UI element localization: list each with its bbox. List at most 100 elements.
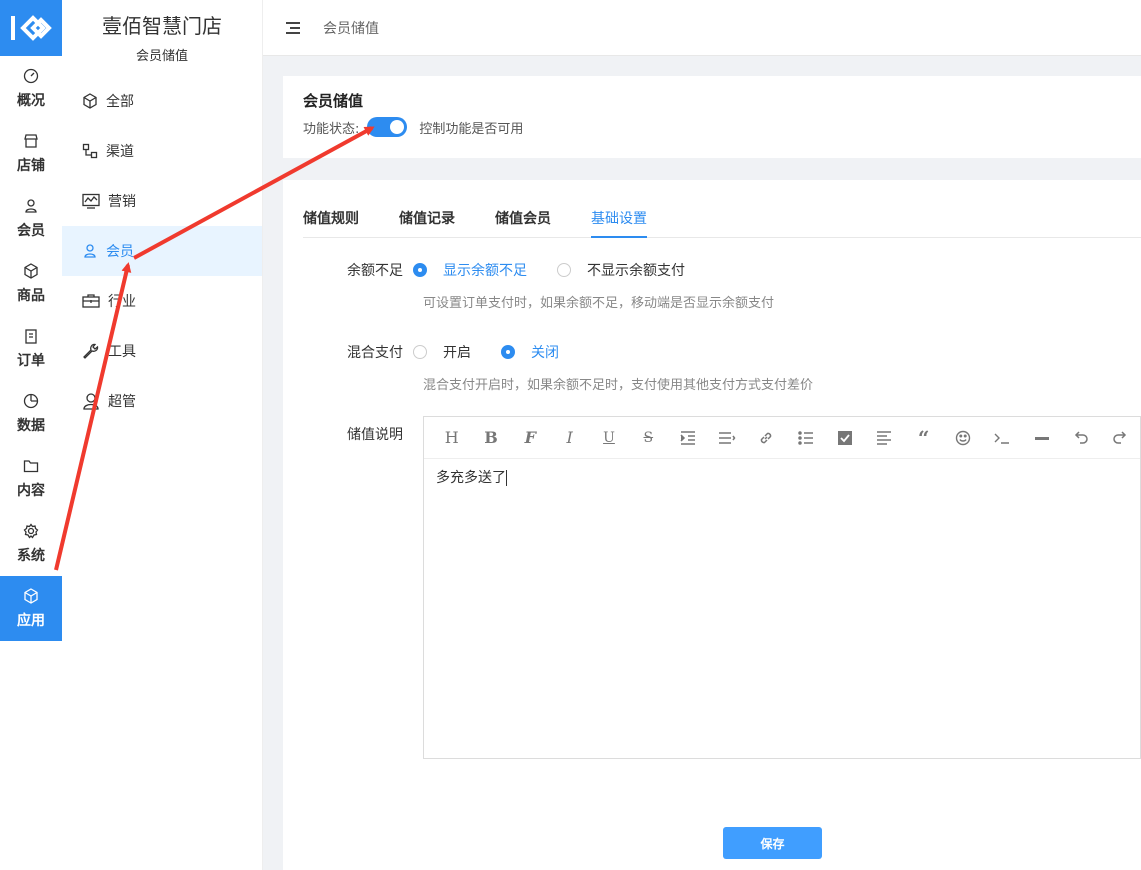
radio-mixed-off[interactable]: 关闭 [501, 342, 559, 362]
quote-icon[interactable]: “ [904, 417, 943, 459]
folder-icon [23, 459, 39, 472]
logo-icon[interactable] [0, 0, 62, 56]
code-icon[interactable] [983, 417, 1022, 459]
italic-icon[interactable]: I [550, 417, 589, 459]
justify-icon[interactable] [865, 417, 904, 459]
indent-icon[interactable] [668, 417, 707, 459]
sidebar-item-tools[interactable]: 工具 [62, 326, 262, 376]
heading-icon[interactable]: H [432, 417, 471, 459]
nav-item-label: 应用 [17, 612, 45, 629]
divider-icon[interactable] [1022, 417, 1061, 459]
strikethrough-icon[interactable]: S [629, 417, 668, 459]
text-caret [506, 470, 507, 486]
undo-icon[interactable] [1061, 417, 1100, 459]
tab-records[interactable]: 储值记录 [399, 208, 455, 238]
bold-icon[interactable]: B [471, 417, 510, 459]
nav-item-label: 会员 [17, 222, 45, 239]
editor-text: 多充多送了 [436, 470, 506, 486]
wrench-icon [83, 343, 99, 359]
tab-rules[interactable]: 储值规则 [303, 208, 359, 238]
radio-label: 不显示余额支付 [587, 263, 685, 279]
briefcase-icon [82, 294, 100, 308]
redo-icon[interactable] [1101, 417, 1140, 459]
radio-dot [557, 263, 571, 277]
radio-show-insufficient[interactable]: 显示余额不足 [413, 260, 527, 280]
admin-icon [83, 393, 99, 410]
rich-text-editor[interactable]: H B F I U S “ 多充多送了 [423, 416, 1141, 759]
save-button[interactable]: 保存 [723, 827, 822, 859]
tab-members[interactable]: 储值会员 [495, 208, 551, 238]
mixed-pay-label: 混合支付 [347, 345, 403, 361]
nav-item-goods[interactable]: 商品 [0, 251, 62, 316]
radio-hide-balance-pay[interactable]: 不显示余额支付 [557, 260, 685, 280]
sidebar-item-label: 全部 [106, 94, 134, 110]
nav-item-system[interactable]: 系统 [0, 511, 62, 576]
nav-item-label: 系统 [17, 547, 45, 564]
radio-dot [501, 345, 515, 359]
store-icon [24, 133, 38, 148]
cube-icon [24, 587, 38, 604]
balance-label: 余额不足 [347, 263, 403, 279]
channel-icon [82, 143, 98, 159]
mixed-pay-hint: 混合支付开启时，如果余额不足时，支付使用其他支付方式支付差价 [423, 378, 814, 393]
mixed-pay-row: 混合支付 开启 关闭 [303, 342, 589, 362]
radio-dot [413, 345, 427, 359]
nav-item-label: 内容 [17, 482, 45, 499]
sidebar-item-admin[interactable]: 超管 [62, 376, 262, 426]
tab-basic-settings[interactable]: 基础设置 [591, 208, 647, 238]
nav-item-overview[interactable]: 概况 [0, 56, 62, 121]
main-nav-rail: 概况 店铺 会员 商品 订单 数据 内容 系统 应用 [0, 0, 62, 870]
emoji-icon[interactable] [943, 417, 982, 459]
cube-icon [83, 93, 97, 109]
menu-toggle-icon[interactable] [285, 21, 301, 35]
status-label: 功能状态: [303, 121, 360, 137]
link-icon[interactable] [747, 417, 786, 459]
sidebar-item-member[interactable]: 会员 [62, 226, 262, 276]
sidebar-item-label: 行业 [108, 294, 136, 310]
status-hint: 控制功能是否可用 [419, 121, 524, 137]
radio-mixed-on[interactable]: 开启 [413, 342, 471, 362]
sidebar-menu: 全部 渠道 营销 会员 行业 工具 超管 [62, 76, 262, 426]
radio-label: 关闭 [531, 345, 559, 361]
radio-label: 显示余额不足 [443, 263, 527, 279]
sidebar-item-marketing[interactable]: 营销 [62, 176, 262, 226]
checkbox-icon[interactable] [825, 417, 864, 459]
user-icon [25, 198, 37, 213]
sidebar-item-label: 工具 [108, 344, 136, 360]
balance-row: 余额不足 显示余额不足 不显示余额支付 [303, 260, 715, 280]
nav-item-content[interactable]: 内容 [0, 446, 62, 511]
nav-item-label: 概况 [17, 92, 45, 109]
radio-dot [413, 263, 427, 277]
page-title: 会员储值 [303, 92, 364, 110]
underline-icon[interactable]: U [589, 417, 628, 459]
editor-content[interactable]: 多充多送了 [424, 459, 1140, 495]
nav-item-member[interactable]: 会员 [0, 186, 62, 251]
nav-item-label: 数据 [17, 417, 45, 434]
list-icon[interactable] [786, 417, 825, 459]
nav-item-data[interactable]: 数据 [0, 381, 62, 446]
user-icon [84, 244, 96, 258]
sidebar-item-industry[interactable]: 行业 [62, 276, 262, 326]
nav-item-label: 商品 [17, 287, 45, 304]
nav-item-order[interactable]: 订单 [0, 316, 62, 381]
sidebar-item-label: 营销 [108, 194, 136, 210]
sidebar-header: 壹佰智慧门店 会员储值 [62, 0, 262, 64]
description-label: 储值说明 [347, 427, 403, 443]
sidebar-item-label: 超管 [108, 394, 136, 410]
trend-chart-icon [82, 193, 100, 209]
feature-toggle-switch[interactable] [367, 117, 408, 137]
gear-icon [23, 522, 39, 539]
nav-item-apps[interactable]: 应用 [0, 576, 62, 641]
font-icon[interactable]: F [511, 417, 550, 459]
pie-chart-icon [23, 393, 39, 408]
nav-item-store[interactable]: 店铺 [0, 121, 62, 186]
breadcrumb: 会员储值 [323, 20, 379, 37]
clipboard-icon [25, 328, 37, 344]
store-name: 壹佰智慧门店 [102, 14, 222, 38]
sidebar-item-all[interactable]: 全部 [62, 76, 262, 126]
sidebar-item-channel[interactable]: 渠道 [62, 126, 262, 176]
feature-panel: 会员储值 功能状态: 控制功能是否可用 [283, 76, 1141, 158]
align-icon[interactable] [707, 417, 746, 459]
radio-label: 开启 [443, 345, 471, 361]
sidebar-item-label: 会员 [106, 244, 134, 260]
